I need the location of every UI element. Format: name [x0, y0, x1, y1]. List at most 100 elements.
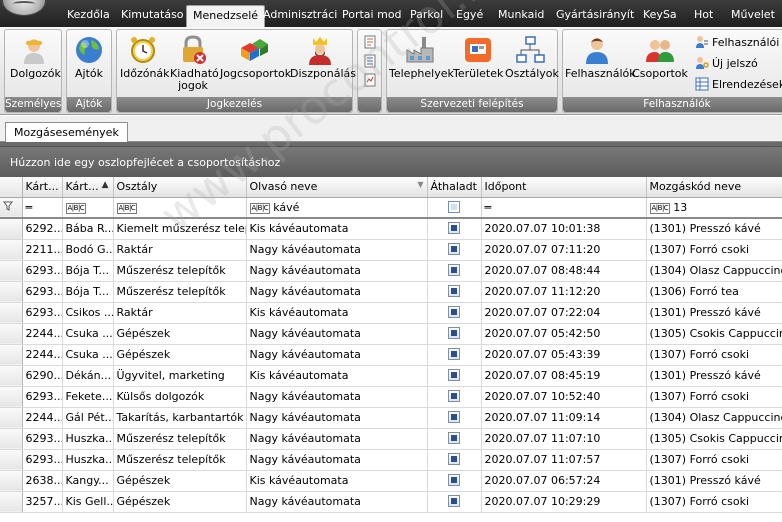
- cell-kartya-tulajdonos[interactable]: Kangy...: [62, 470, 114, 492]
- cell-kartya-szam[interactable]: 6292...: [22, 218, 63, 240]
- cell-idopont[interactable]: 2020.07.07 06:57:24: [481, 470, 647, 492]
- cell-kartya-szam[interactable]: 6293...: [22, 428, 63, 450]
- cell-kartya-tulajdonos[interactable]: Dékán...: [62, 365, 114, 387]
- cell-olvaso-neve[interactable]: Nagy kávéautomata: [246, 407, 428, 429]
- osztalyok-button[interactable]: Osztályok: [505, 34, 559, 80]
- kiadhato-jogok-button[interactable]: Kiadható jogok: [170, 34, 219, 92]
- table-row[interactable]: 6293... Csikos ... Raktár Kis kávéautomata 2…: [0, 302, 782, 324]
- cell-kartya-szam[interactable]: 2244...: [22, 344, 63, 366]
- menu-tab-portai-mod[interactable]: Portai mod: [336, 5, 408, 27]
- list-icon[interactable]: [363, 54, 377, 68]
- athaladt-checkbox[interactable]: [448, 390, 460, 402]
- cell-kartya-szam[interactable]: 3257...: [22, 491, 63, 513]
- cell-mozgaskod-neve[interactable]: (1304) Olasz Cappuccino: [646, 407, 782, 429]
- cell-mozgaskod-neve[interactable]: (1301) Presszó kávé: [646, 365, 782, 387]
- athaladt-checkbox[interactable]: [448, 495, 460, 507]
- cell-olvaso-neve[interactable]: Nagy kávéautomata: [246, 239, 428, 261]
- cell-athaladt[interactable]: [427, 386, 482, 408]
- cell-kartya-tulajdonos[interactable]: Kis Gell...: [62, 491, 114, 513]
- diszponalas-button[interactable]: Diszponálás: [290, 34, 356, 80]
- cell-mozgaskod-neve[interactable]: (1305) Csokis Cappuccino: [646, 323, 782, 345]
- menu-tab-parkolo[interactable]: Parkol: [404, 5, 449, 27]
- table-row[interactable]: 6293... Huszka... Műszerész telepítők Nagy …: [0, 428, 782, 450]
- cell-athaladt[interactable]: [427, 323, 482, 345]
- jogcsoportok-button[interactable]: Jogcsoportok: [220, 34, 291, 80]
- cell-kartya-szam[interactable]: 6293...: [22, 449, 63, 471]
- athaladt-checkbox[interactable]: [448, 474, 460, 486]
- group-by-panel[interactable]: Húzzon ide egy oszlopfejlécet a csoporto…: [0, 146, 782, 177]
- cell-athaladt[interactable]: [427, 365, 482, 387]
- cell-idopont[interactable]: 2020.07.07 07:11:20: [481, 239, 647, 261]
- cell-idopont[interactable]: 2020.07.07 11:07:57: [481, 449, 647, 471]
- cell-osztaly[interactable]: Műszerész telepítők: [113, 449, 247, 471]
- cell-osztaly[interactable]: Műszerész telepítők: [113, 281, 247, 303]
- cell-athaladt[interactable]: [427, 428, 482, 450]
- cell-mozgaskod-neve[interactable]: (1305) Csokis Cappuccino: [646, 428, 782, 450]
- cell-kartya-tulajdonos[interactable]: Bodó G...: [62, 239, 114, 261]
- cell-kartya-szam[interactable]: 2211...: [22, 239, 63, 261]
- column-header-kartya-szam[interactable]: Kárt...: [22, 177, 63, 198]
- menu-tab-keysafe[interactable]: KeySa: [637, 5, 683, 27]
- table-row[interactable]: 2244... Csuka ... Gépészek Nagy kávéautomat…: [0, 344, 782, 366]
- cell-athaladt[interactable]: [427, 218, 482, 240]
- cell-osztaly[interactable]: Gépészek: [113, 323, 247, 345]
- table-row[interactable]: 6290... Dékán... Ügyvitel, marketing Kis ká…: [0, 365, 782, 387]
- cell-mozgaskod-neve[interactable]: (1304) Olasz Cappuccino: [646, 260, 782, 282]
- cell-kartya-tulajdonos[interactable]: Huszka...: [62, 449, 114, 471]
- cell-mozgaskod-neve[interactable]: (1301) Presszó kávé: [646, 218, 782, 240]
- uj-jelszo-button[interactable]: Új jelszó: [695, 56, 758, 72]
- cell-kartya-szam[interactable]: 6293...: [22, 386, 63, 408]
- cell-mozgaskod-neve[interactable]: (1307) Forró csoki: [646, 344, 782, 366]
- athaladt-checkbox[interactable]: [448, 327, 460, 339]
- cell-kartya-szam[interactable]: 2244...: [22, 407, 63, 429]
- filter-cell-kartya-szam[interactable]: ═: [22, 197, 63, 219]
- table-row[interactable]: 2244... Gál Pét... Takarítás, karbantartók…: [0, 407, 782, 429]
- athaladt-checkbox[interactable]: [448, 222, 460, 235]
- cell-osztaly[interactable]: Gépészek: [113, 470, 247, 492]
- checkbox-filter-icon[interactable]: [448, 200, 460, 213]
- application-orb-button[interactable]: [2, 0, 46, 16]
- cell-athaladt[interactable]: [427, 470, 482, 492]
- cell-kartya-szam[interactable]: 6293...: [22, 260, 63, 282]
- cell-osztaly[interactable]: Ügyvitel, marketing: [113, 365, 247, 387]
- elrendezesek-button[interactable]: Elrendezések l: [695, 77, 782, 93]
- menu-tab-kimutatasok[interactable]: Kimutatáso: [115, 5, 190, 27]
- table-row[interactable]: 6292...Bába R...Kiemelt műszerész telepí…: [0, 218, 782, 240]
- cell-athaladt[interactable]: [427, 302, 482, 324]
- cell-athaladt[interactable]: [427, 449, 482, 471]
- cell-olvaso-neve[interactable]: Nagy kávéautomata: [246, 386, 428, 408]
- cell-olvaso-neve[interactable]: Kis kávéautomata: [246, 302, 428, 324]
- report-icon[interactable]: [363, 73, 377, 87]
- cell-kartya-szam[interactable]: 2638...: [22, 470, 63, 492]
- athaladt-checkbox[interactable]: [448, 453, 460, 465]
- cell-olvaso-neve[interactable]: Nagy kávéautomata: [246, 344, 428, 366]
- cell-mozgaskod-neve[interactable]: (1307) Forró csoki: [646, 239, 782, 261]
- filter-funnel-icon[interactable]: ▼: [417, 180, 423, 189]
- cell-kartya-tulajdonos[interactable]: Csuka ...: [62, 323, 114, 345]
- cell-osztaly[interactable]: Takarítás, karbantartók: [113, 407, 247, 429]
- filter-cell-olvaso-neve[interactable]: A|B|C kávé: [246, 197, 428, 219]
- table-row[interactable]: 3257... Kis Gell... Gépészek Nagy kávéautom…: [0, 491, 782, 513]
- cell-olvaso-neve[interactable]: Kis kávéautomata: [246, 365, 428, 387]
- telephelyek-button[interactable]: Telephelyek: [389, 34, 454, 80]
- athaladt-checkbox[interactable]: [448, 264, 460, 276]
- column-header-mozgaskod-neve[interactable]: Mozgáskód neve: [646, 177, 782, 198]
- cell-kartya-szam[interactable]: 6293...: [22, 281, 63, 303]
- cell-olvaso-neve[interactable]: Nagy kávéautomata: [246, 449, 428, 471]
- column-header-idopont[interactable]: Időpont: [481, 177, 647, 198]
- cell-kartya-tulajdonos[interactable]: Bója T...: [62, 260, 114, 282]
- cell-idopont[interactable]: 2020.07.07 07:22:04: [481, 302, 647, 324]
- cell-mozgaskod-neve[interactable]: (1307) Forró csoki: [646, 386, 782, 408]
- filter-cell-idopont[interactable]: ═: [481, 197, 647, 219]
- menu-tab-menedzseles[interactable]: Menedzselé: [186, 5, 266, 27]
- tab-mozgasesemenyek[interactable]: Mozgásesemények: [5, 122, 128, 143]
- cell-athaladt[interactable]: [427, 344, 482, 366]
- cell-kartya-tulajdonos[interactable]: Bója T...: [62, 281, 114, 303]
- cell-osztaly[interactable]: Gépészek: [113, 344, 247, 366]
- filter-cell-kartya-tulajdonos[interactable]: A|B|C: [62, 197, 114, 219]
- cell-mozgaskod-neve[interactable]: (1307) Forró csoki: [646, 491, 782, 513]
- athaladt-checkbox[interactable]: [448, 285, 460, 297]
- cell-osztaly[interactable]: Kiemelt műszerész telepí...: [113, 218, 247, 240]
- table-row[interactable]: 6293... Fekete... Külsős dolgozók Nagy kávé…: [0, 386, 782, 408]
- menu-tab-kezdolap[interactable]: Kezdőla: [61, 5, 116, 27]
